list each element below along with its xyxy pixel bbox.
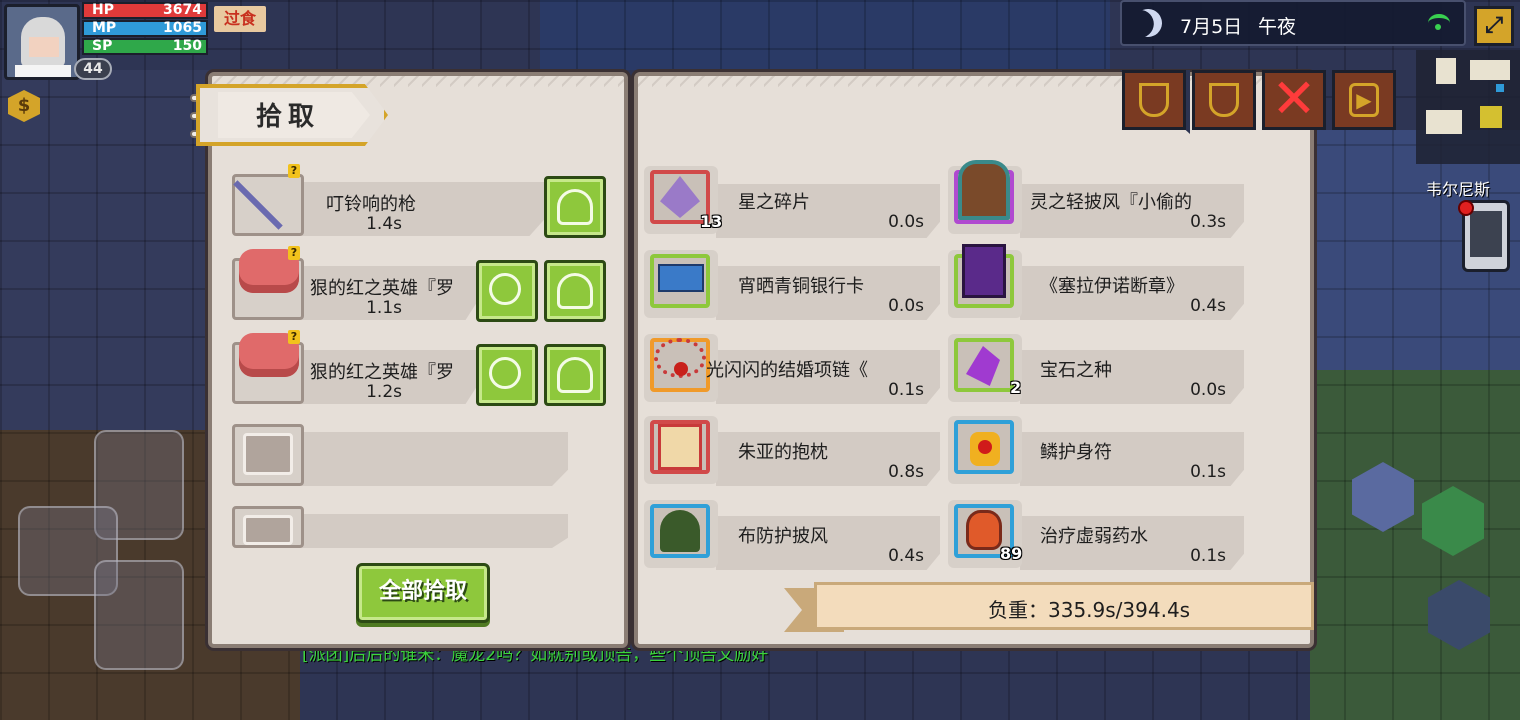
pickup-all-button[interactable]: 全部拾取 bbox=[356, 563, 490, 623]
inv-slot[interactable] bbox=[644, 500, 718, 568]
equip-button[interactable] bbox=[544, 344, 606, 406]
empty-row bbox=[302, 514, 568, 548]
inv-item-name: 朱亚的抱枕 bbox=[738, 442, 828, 463]
item-count: 89 bbox=[1000, 544, 1023, 563]
trophy-icon bbox=[1139, 83, 1169, 117]
inv-item-name: 治疗虚弱药水 bbox=[1040, 526, 1148, 547]
wifi-icon bbox=[1428, 14, 1450, 32]
equip-button[interactable] bbox=[544, 176, 606, 238]
inv-item-name: 宝石之种 bbox=[1040, 360, 1112, 381]
mp-value: 1065 bbox=[163, 20, 202, 36]
cape-icon bbox=[958, 160, 1010, 220]
play-icon: ▶ bbox=[1349, 83, 1379, 117]
inv-item-name: 布防护披风 bbox=[738, 526, 828, 547]
hp-value: 3674 bbox=[163, 2, 202, 18]
inv-item-weight: 0.8s bbox=[888, 462, 924, 482]
time-of-day-text: 午夜 bbox=[1258, 16, 1297, 38]
pickup-item-name: 叮铃响的枪 bbox=[326, 194, 416, 215]
pickup-item-name: 狠的红之英雄『罗 bbox=[310, 278, 454, 299]
item-count: 2 bbox=[1010, 378, 1022, 397]
inv-item-weight: 0.0s bbox=[888, 212, 924, 232]
inv-slot[interactable] bbox=[644, 416, 718, 484]
tab-cup[interactable] bbox=[1192, 70, 1256, 130]
hand-icon bbox=[557, 273, 593, 309]
status-tag: 过食 bbox=[214, 6, 266, 32]
empty-slot bbox=[232, 424, 304, 486]
book-icon bbox=[962, 244, 1006, 298]
pickup-item-name: 狠的红之英雄『罗 bbox=[310, 362, 454, 383]
magnifier-icon bbox=[489, 273, 521, 305]
inv-item-name: 星之碎片 bbox=[738, 192, 810, 213]
pickup-item-weight: 1.1s bbox=[366, 298, 402, 318]
inv-item-name: 宵晒青铜银行卡 bbox=[738, 276, 864, 297]
inv-item-weight: 0.1s bbox=[1190, 462, 1226, 482]
inv-item-name: 灵之轻披风『小偷的 bbox=[1030, 192, 1192, 213]
hand-icon bbox=[557, 189, 593, 225]
hand-icon bbox=[557, 357, 593, 393]
unknown-mark: ? bbox=[288, 246, 300, 260]
unknown-mark: ? bbox=[288, 330, 300, 344]
close-icon: ✕ bbox=[1271, 67, 1317, 130]
player-portrait[interactable] bbox=[4, 4, 80, 80]
equip-button[interactable] bbox=[544, 260, 606, 322]
inv-item-weight: 0.4s bbox=[888, 546, 924, 566]
potion-icon bbox=[966, 510, 1002, 550]
inv-item-weight: 0.4s bbox=[1190, 296, 1226, 316]
sp-value: 150 bbox=[172, 38, 202, 54]
unknown-mark: ? bbox=[288, 164, 300, 178]
card-icon bbox=[658, 264, 704, 292]
location-name: 韦尔尼斯 bbox=[1426, 180, 1491, 199]
inv-item-weight: 0.1s bbox=[1190, 546, 1226, 566]
chat-line: [派团]后后的谁米：魔龙2吗？如就别或顶告，些个顶告文励好 bbox=[302, 645, 769, 665]
close-button[interactable]: ✕ bbox=[1262, 70, 1326, 130]
date-text: 7月5日 bbox=[1180, 16, 1243, 38]
hp-bar: HP 3674 bbox=[82, 2, 208, 19]
item-count: 13 bbox=[700, 212, 723, 231]
pickup-item-slot[interactable] bbox=[232, 333, 304, 404]
cloak-icon bbox=[660, 510, 700, 552]
sp-label: SP bbox=[92, 38, 113, 54]
notification-dot bbox=[1458, 200, 1474, 216]
expand-icon[interactable]: ⤢ bbox=[1474, 6, 1514, 46]
pickup-item-slot[interactable] bbox=[232, 249, 304, 320]
pickup-item-slot[interactable] bbox=[232, 174, 304, 236]
inv-item-name: 鳞护身符 bbox=[1040, 442, 1112, 463]
pillow-icon bbox=[658, 424, 702, 470]
inv-slot[interactable] bbox=[948, 160, 1022, 234]
inv-item-weight: 0.0s bbox=[1190, 380, 1226, 400]
magnifier-icon bbox=[489, 357, 521, 389]
carry-weight-text: 负重：335.9s/394.4s bbox=[988, 598, 1191, 622]
inspect-button[interactable] bbox=[476, 344, 538, 406]
inv-slot[interactable] bbox=[948, 416, 1022, 484]
pickup-item-weight: 1.2s bbox=[366, 382, 402, 402]
inv-slot[interactable] bbox=[644, 250, 718, 318]
sp-bar: SP 150 bbox=[82, 38, 208, 55]
cup-icon bbox=[1209, 83, 1239, 117]
next-tab[interactable]: ▶ bbox=[1332, 70, 1396, 130]
spear-icon bbox=[233, 180, 283, 230]
mp-bar: MP 1065 bbox=[82, 20, 208, 37]
hp-label: HP bbox=[92, 2, 114, 18]
date-time-box: 7月5日 午夜 bbox=[1120, 0, 1466, 46]
inv-item-weight: 0.1s bbox=[888, 380, 924, 400]
inv-item-weight: 0.3s bbox=[1190, 212, 1226, 232]
moon-icon bbox=[1130, 5, 1166, 41]
inv-item-name: 光闪闪的结婚项链《 bbox=[706, 360, 868, 381]
tab-trophy[interactable] bbox=[1122, 70, 1186, 130]
minimap[interactable] bbox=[1416, 50, 1520, 164]
inv-slot[interactable] bbox=[948, 244, 1022, 318]
inv-item-name: 《塞拉伊诺断章》 bbox=[1040, 276, 1184, 297]
pickup-item-weight: 1.4s bbox=[366, 214, 402, 234]
inv-item-weight: 0.0s bbox=[888, 296, 924, 316]
dpad-down[interactable] bbox=[94, 560, 184, 670]
empty-slot bbox=[232, 506, 304, 548]
dpad[interactable] bbox=[18, 430, 186, 670]
panel-title: 拾取 bbox=[256, 102, 321, 132]
level-badge: 44 bbox=[74, 58, 112, 80]
mp-label: MP bbox=[92, 20, 117, 36]
inspect-button[interactable] bbox=[476, 260, 538, 322]
empty-row bbox=[302, 432, 568, 486]
